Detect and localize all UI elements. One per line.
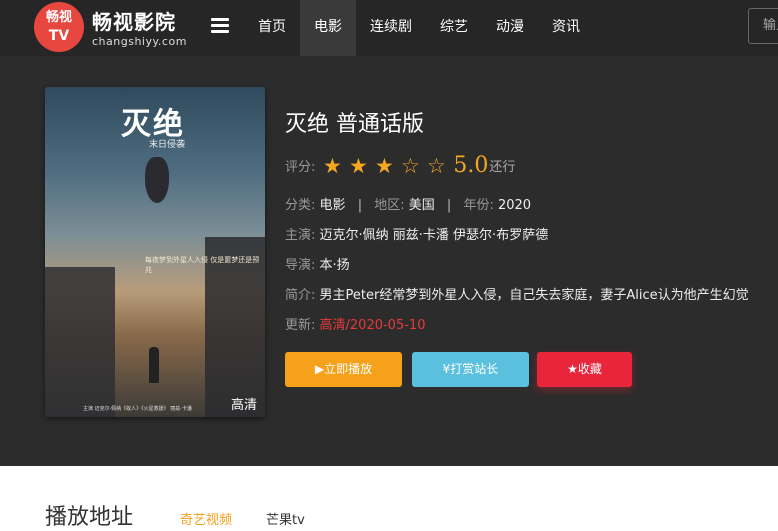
source-tab-mango[interactable]: 芒果tv [266,509,305,528]
spaceship-graphic [145,157,169,203]
director-label: 导演: [285,258,316,273]
divider: | [446,198,452,213]
quality-badge: 高清 [230,398,257,413]
director-value[interactable]: 本·扬 [320,258,350,273]
site-domain: changshiyy.com [92,35,187,48]
source-tab-iqiyi[interactable]: 奇艺视频 [180,509,232,528]
logo-line-1: 畅视 [45,10,72,25]
play-button[interactable]: ▶立即播放 [285,352,402,387]
year-value[interactable]: 2020 [498,198,531,213]
movie-title: 灭绝 普通话版 [285,112,424,137]
update-value: 高清/2020-05-10 [319,318,426,333]
rating-row: 评分: ★ ★ ★ ☆ ☆ 5.0 还行 [285,153,515,178]
play-section-title: 播放地址 [45,505,134,530]
poster-subtitle: 末日侵袭 [149,140,186,150]
poster-tagline: 每夜梦到外星人入侵 仅是噩梦还是预兆 [145,256,260,274]
director-row: 导演: 本·扬 [285,254,350,273]
region-value[interactable]: 美国 [409,198,435,213]
intro-row: 简介: 男主Peter经常梦到外星人入侵，自己失去家庭，妻子Alice认为他产生… [285,284,749,303]
category-value[interactable]: 电影 [320,198,346,213]
nav-home[interactable]: 首页 [244,0,300,56]
tip-button[interactable]: ¥打赏站长 [412,352,529,387]
intro-label: 简介: [285,288,316,303]
divider: | [357,198,363,213]
main-nav: 首页 电影 连续剧 综艺 动漫 资讯 [244,0,594,56]
rating-score: 5.0 [453,153,489,178]
top-header: 畅视 TV 畅视影院 changshiyy.com 首页 电影 连续剧 综艺 动… [0,0,778,56]
menu-icon[interactable] [211,18,229,33]
movie-detail-panel: 灭绝 末日侵袭 每夜梦到外星人入侵 仅是噩梦还是预兆 主演 迈克尔·佩纳《蚁人》… [0,56,778,466]
poster-credits: 主演 迈克尔·佩纳《蚁人》《火星救援》 丽兹·卡潘 [83,406,192,412]
update-row: 更新: 高清/2020-05-10 [285,314,425,333]
star-empty-icon[interactable]: ☆ [397,155,423,177]
logo-line-2: TV [48,28,70,44]
rating-text: 还行 [489,160,516,175]
star-empty-icon[interactable]: ☆ [423,155,449,177]
meta-row: 分类: 电影 | 地区: 美国 | 年份: 2020 [285,194,531,213]
category-label: 分类: [285,198,316,213]
nav-series[interactable]: 连续剧 [356,0,426,56]
star-filled-icon[interactable]: ★ [371,155,397,177]
poster-buildings-left [45,267,115,417]
rating-stars[interactable]: ★ ★ ★ ☆ ☆ [319,155,449,177]
movie-poster[interactable]: 灭绝 末日侵袭 每夜梦到外星人入侵 仅是噩梦还是预兆 主演 迈克尔·佩纳《蚁人》… [45,87,265,417]
nav-anime[interactable]: 动漫 [482,0,538,56]
actors-value[interactable]: 迈克尔·佩纳 丽兹·卡潘 伊瑟尔·布罗萨德 [320,228,549,243]
search-input[interactable]: 输入 [748,8,778,44]
nav-movies[interactable]: 电影 [300,0,356,56]
region-label: 地区: [374,198,405,213]
rating-label: 评分: [285,160,316,175]
intro-value: 男主Peter经常梦到外星人入侵，自己失去家庭，妻子Alice认为他产生幻觉 [319,288,749,303]
logo-badge[interactable]: 畅视 TV [34,2,84,52]
actors-label: 主演: [285,228,316,243]
poster-child-figure [149,347,159,383]
update-label: 更新: [285,318,316,333]
actors-row: 主演: 迈克尔·佩纳 丽兹·卡潘 伊瑟尔·布罗萨德 [285,224,548,243]
nav-variety[interactable]: 综艺 [426,0,482,56]
nav-news[interactable]: 资讯 [538,0,594,56]
star-filled-icon[interactable]: ★ [345,155,371,177]
site-title[interactable]: 畅视影院 [92,6,176,35]
star-filled-icon[interactable]: ★ [319,155,345,177]
year-label: 年份: [463,198,494,213]
favorite-button[interactable]: ★收藏 [537,352,632,387]
